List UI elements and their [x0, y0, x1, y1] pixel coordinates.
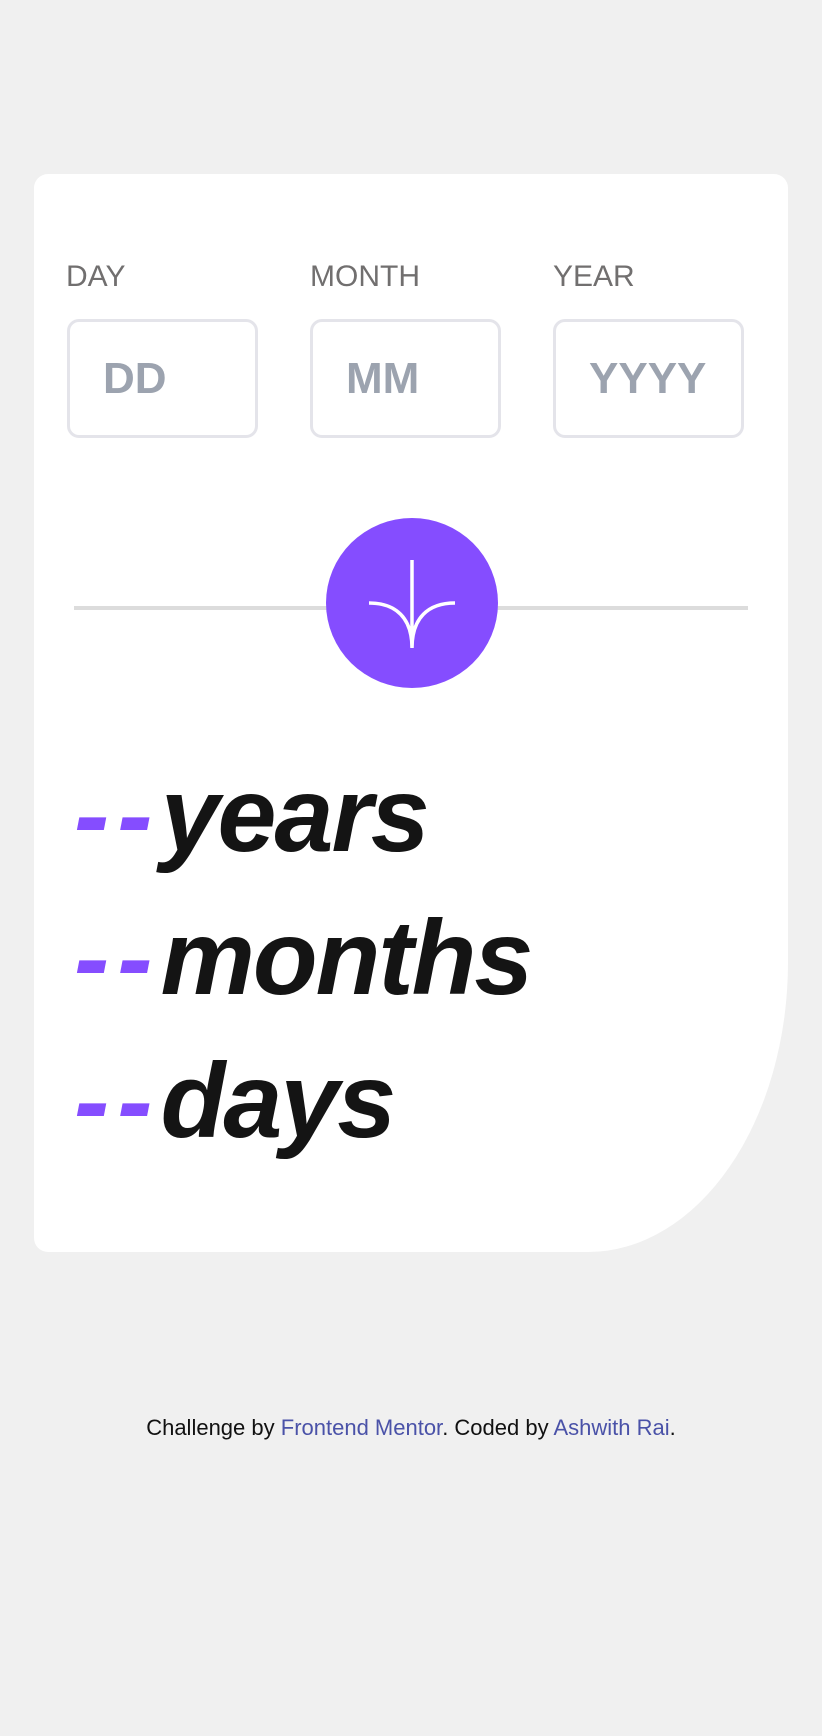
- months-value: --: [74, 899, 161, 1017]
- years-unit: years: [160, 756, 430, 874]
- month-field: [310, 319, 501, 438]
- attribution-prefix: Challenge by: [146, 1415, 281, 1440]
- attribution-suffix: .: [669, 1415, 676, 1440]
- result-years: --years: [74, 762, 430, 868]
- day-field: [67, 319, 258, 438]
- month-label: MONTH: [310, 260, 420, 293]
- months-unit: months: [160, 899, 534, 1017]
- years-value: --: [74, 756, 161, 874]
- result-days: --days: [74, 1048, 396, 1154]
- result-months: --months: [74, 905, 533, 1011]
- month-input[interactable]: [313, 322, 498, 435]
- attribution: Challenge by Frontend Mentor. Coded by A…: [0, 1415, 822, 1441]
- year-input[interactable]: [556, 322, 741, 435]
- day-input[interactable]: [70, 322, 255, 435]
- frontend-mentor-link[interactable]: Frontend Mentor: [281, 1415, 442, 1440]
- day-label: DAY: [66, 260, 126, 293]
- arrow-down-icon: [368, 560, 456, 648]
- days-value: --: [74, 1042, 161, 1160]
- days-unit: days: [160, 1042, 397, 1160]
- year-field: [553, 319, 744, 438]
- author-link[interactable]: Ashwith Rai: [554, 1415, 670, 1440]
- submit-button[interactable]: [326, 518, 498, 688]
- year-label: YEAR: [553, 260, 635, 293]
- attribution-middle: . Coded by: [442, 1415, 554, 1440]
